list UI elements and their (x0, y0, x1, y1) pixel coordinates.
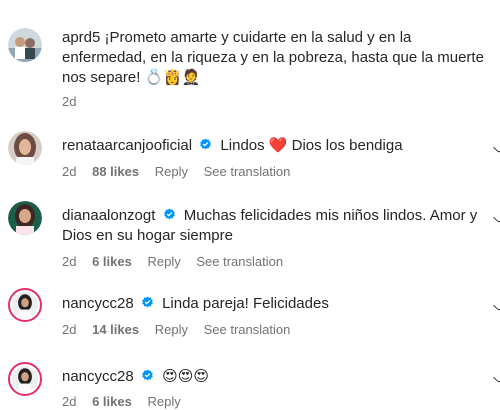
comment-text: ¡Prometo amarte y cuidarte en la salud y… (62, 29, 484, 86)
comment-time[interactable]: 2d (62, 164, 76, 179)
comment-time[interactable]: 2d (62, 254, 76, 269)
comment-meta: 2d (62, 94, 88, 110)
avatar[interactable] (8, 201, 42, 235)
avatar-image (12, 292, 38, 318)
comment-username[interactable]: nancycc28 (62, 368, 134, 385)
avatar[interactable] (8, 362, 42, 396)
comment-username[interactable]: renataarcanjooficial (62, 137, 192, 154)
see-translation-button[interactable]: See translation (204, 322, 291, 337)
like-heart-icon[interactable] (493, 141, 500, 154)
likes-count-button[interactable]: 14 likes (92, 322, 139, 337)
comment-meta: 2d 6 likes Reply See translation (62, 254, 295, 270)
comment-username[interactable]: aprd5 (62, 29, 100, 46)
like-heart-icon[interactable] (493, 299, 500, 312)
avatar[interactable] (8, 288, 42, 322)
comment-text: 😍😍😍 (162, 367, 209, 385)
likes-count-button[interactable]: 6 likes (92, 254, 132, 269)
verified-badge-icon (200, 138, 212, 150)
comment-username[interactable]: dianaalonzogt (62, 207, 155, 224)
verified-badge-icon (142, 369, 153, 381)
avatar-image (12, 366, 38, 392)
see-translation-button[interactable]: See translation (204, 164, 291, 179)
like-heart-icon[interactable] (493, 371, 500, 384)
comment-meta: 2d 6 likes Reply (62, 394, 193, 410)
see-translation-button[interactable]: See translation (196, 254, 283, 269)
avatar-image (8, 201, 42, 235)
avatar-image (8, 131, 42, 165)
verified-badge-icon (163, 208, 175, 220)
like-heart-icon[interactable] (493, 211, 500, 224)
reply-button[interactable]: Reply (155, 164, 188, 179)
comment-username[interactable]: nancycc28 (62, 295, 134, 312)
avatar[interactable] (8, 28, 42, 62)
comment-time[interactable]: 2d (62, 94, 76, 109)
verified-badge-icon (142, 296, 153, 308)
comment-body: aprd5 ¡Prometo amarte y cuidarte en la s… (62, 28, 492, 88)
comment-body: renataarcanjooficial Lindos ❤️ Dios los … (62, 136, 492, 156)
comment-text: Lindos ❤️ Dios los bendiga (220, 137, 403, 154)
avatar[interactable] (8, 131, 42, 165)
comment-body: dianaalonzogt Muchas felicidades mis niñ… (62, 206, 492, 246)
reply-button[interactable]: Reply (155, 322, 188, 337)
comment-body: nancycc28 😍😍😍 (62, 366, 492, 387)
comment-text: Linda pareja! Felicidades (162, 295, 329, 312)
comment-meta: 2d 14 likes Reply See translation (62, 322, 302, 338)
reply-button[interactable]: Reply (147, 254, 180, 269)
reply-button[interactable]: Reply (147, 394, 180, 409)
comment-time[interactable]: 2d (62, 322, 76, 337)
likes-count-button[interactable]: 88 likes (92, 164, 139, 179)
comment-meta: 2d 88 likes Reply See translation (62, 164, 302, 180)
comment-time[interactable]: 2d (62, 394, 76, 409)
avatar-image (8, 28, 42, 62)
comment-body: nancycc28 Linda pareja! Felicidades (62, 294, 492, 314)
likes-count-button[interactable]: 6 likes (92, 394, 132, 409)
